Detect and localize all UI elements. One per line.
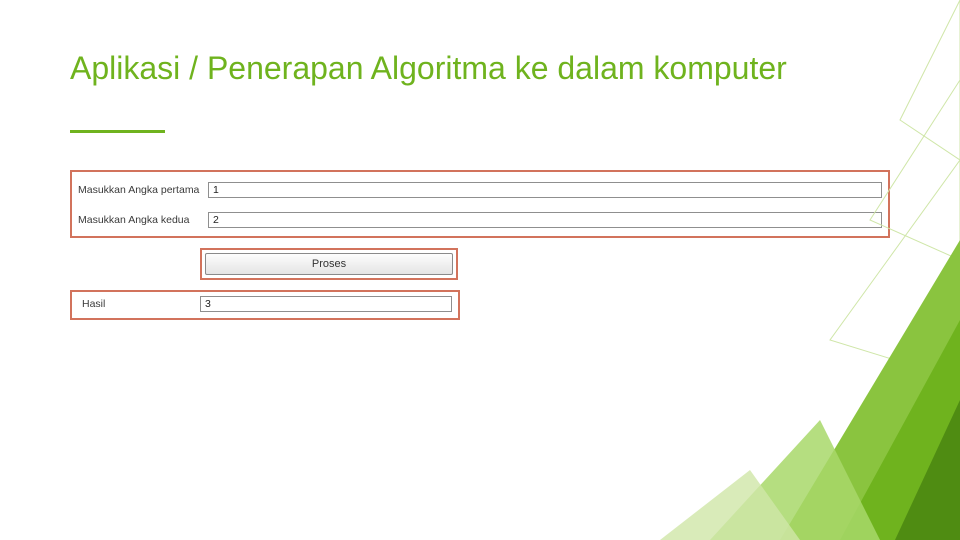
process-button[interactable]: Proses bbox=[205, 253, 453, 275]
input-row-second-number: Masukkan Angka kedua bbox=[78, 208, 882, 232]
output-result bbox=[200, 296, 452, 312]
input-row-first-number: Masukkan Angka pertama bbox=[78, 178, 882, 202]
slide-title: Aplikasi / Penerapan Algoritma ke dalam … bbox=[70, 50, 860, 87]
process-highlight-box: Proses bbox=[200, 248, 458, 280]
label-second-number: Masukkan Angka kedua bbox=[78, 214, 208, 226]
input-second-number[interactable] bbox=[208, 212, 882, 228]
form-screenshot: Masukkan Angka pertama Masukkan Angka ke… bbox=[70, 170, 890, 320]
label-result: Hasil bbox=[82, 298, 200, 310]
result-highlight-box: Hasil bbox=[70, 290, 460, 320]
inputs-highlight-box: Masukkan Angka pertama Masukkan Angka ke… bbox=[70, 170, 890, 238]
title-underline bbox=[70, 130, 165, 133]
label-first-number: Masukkan Angka pertama bbox=[78, 184, 208, 196]
slide: Aplikasi / Penerapan Algoritma ke dalam … bbox=[0, 0, 960, 540]
input-first-number[interactable] bbox=[208, 182, 882, 198]
